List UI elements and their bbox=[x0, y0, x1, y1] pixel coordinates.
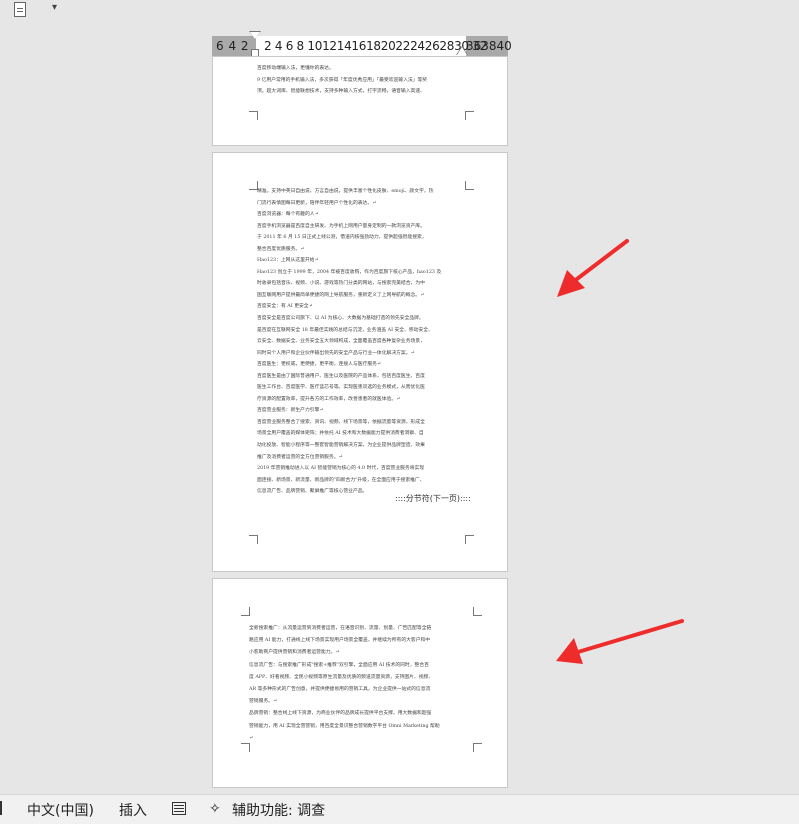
text-line: 于 2011 年 6 月 15 日正式上线公测，借道内核强劲动力，提供超强智能搜… bbox=[257, 235, 427, 241]
text-line: 同时向个人用户和企业伙伴输出领先的安全产品与行业一体化解决方案。↵ bbox=[257, 350, 415, 356]
text-line: 度 APP、好看视频、全民小视频等原生流量及优质的频道流量资源，支持图片、视频、 bbox=[249, 674, 434, 680]
text-line: Hao123：上网从这里开始↵ bbox=[257, 258, 319, 264]
text-line: 路应用 AI 能力，打通线上线下场景实现用户场景全覆盖，并继续为所有的大客户和中 bbox=[249, 638, 431, 644]
horizontal-ruler[interactable]: 6 4 2 2 4 6 8 1012141618202224262830 32 … bbox=[212, 31, 512, 59]
customize-toolbar-dropdown-icon[interactable]: ▾ bbox=[52, 2, 57, 13]
language-indicator[interactable]: 中文(中国) bbox=[27, 800, 94, 820]
text-line: 推广及消费者运营的全方位营销服务。↵ bbox=[257, 454, 343, 460]
ruler-left-numbers: 6 4 2 bbox=[216, 39, 250, 53]
text-line: 百度医生：更权威，更便捷，更平衡，连接人与医疗服务↵ bbox=[257, 362, 381, 368]
quick-access-toolbar: ▾ bbox=[0, 0, 799, 22]
text-line: 百度医生是由了国际普通用户、医生以及医院的产品体系，包括百度医生、百度 bbox=[257, 373, 425, 379]
margin-corner bbox=[241, 607, 250, 616]
text-line: 2019 年营销推动进入以 AI 智能营销为核心的 4.0 时代，百度营业服务将… bbox=[257, 466, 425, 472]
insert-mode-indicator[interactable]: 插入 bbox=[119, 800, 147, 820]
margin-corner bbox=[465, 111, 474, 120]
section-break: ::::分节符(下一页):::: bbox=[395, 494, 471, 503]
page-2-text: 精准。支持中英日自由说、方言自由说，提供丰富个性化皮肤、emoji、颜文字，热门… bbox=[257, 186, 469, 498]
text-line: 营销服务。↵ bbox=[249, 699, 278, 705]
first-line-indent-marker-fill bbox=[250, 32, 260, 39]
text-line: 百度安全：有 AI 更安全↵ bbox=[257, 304, 313, 310]
text-line: 面连接、新场景、新流量、新品牌的"四新合力"升级，在全面应用于搜索推广、 bbox=[257, 477, 425, 483]
text-line: 是百度在互联网安全 18 年最佳实践的总结与沉淀，业务涵盖 AI 安全、移动安全… bbox=[257, 327, 433, 333]
margin-corner bbox=[241, 743, 250, 752]
margin-corner bbox=[249, 535, 258, 544]
text-line: 场景全用户覆盖的媒体矩阵；并依托 AI 技术和大数据能力提供消费者洞察、自 bbox=[257, 431, 424, 437]
margin-corner bbox=[473, 607, 482, 616]
accessibility-checker[interactable]: 辅助功能: 调查 bbox=[232, 800, 325, 820]
page-1-text: 百度移动端输入法，更懂你的表达。 9 亿用户常用的手机输入法，多次获得「年度优秀应… bbox=[257, 63, 469, 98]
ruler-numbers: 2 4 6 8 1012141618202224262830 32 bbox=[264, 39, 487, 53]
accessibility-icon[interactable]: ✧ bbox=[209, 801, 227, 817]
text-line: 百度安全是百度公司旗下、以 AI 为核心、大数据为基础打造的领先安全品牌。 bbox=[257, 316, 424, 322]
text-line: 云安全、数据安全、业务安全五大领域构成，全面覆盖百度各种复杂业务场景， bbox=[257, 339, 425, 345]
document-page-2[interactable]: 精准。支持中英日自由说、方言自由说，提供丰富个性化皮肤、emoji、颜文字，热门… bbox=[212, 152, 508, 572]
text-line: AR 等多种形式的广告创意，并提供便捷易用的营销工具，为企业提供一站式的信息流 bbox=[249, 687, 431, 693]
margin-corner bbox=[473, 743, 482, 752]
text-line: 医生工作台、百度医学、医疗蓝芯号等。实现医患双选的业务模式，从而优化医 bbox=[257, 385, 425, 391]
macro-recording-icon[interactable] bbox=[172, 802, 186, 815]
text-line: 疗资源的配置效率，提升各方的工作效率，改善患者的就医体验。↵ bbox=[257, 396, 401, 402]
text-line: 百度手机浏览器是百度自主研发、为手机上网用户量身定制的一款浏览资产库。 bbox=[257, 223, 425, 229]
text-line: 百度营业服务：新生产力引擎↵ bbox=[257, 408, 324, 414]
document-page-3[interactable]: 全新搜索推广：从流量运营到消费者运营，在语音识别、流量、划量、广告匹配等全链 路应… bbox=[212, 578, 508, 788]
right-indent-marker-fill bbox=[457, 47, 467, 55]
text-line: 门流行表情图每日更新，陪伴年轻用户个性化的表达。↵ bbox=[257, 200, 377, 206]
status-bar: 中文(中国) 插入 ✧ 辅助功能: 调查 bbox=[0, 794, 799, 824]
page-3-text: 全新搜索推广：从流量运营到消费者运营，在语音识别、流量、划量、广告匹配等全链 路应… bbox=[249, 623, 477, 745]
text-line: 国互联网用户提供最简单便捷的网上导航服务，重新定义了上网导航的概念。↵ bbox=[257, 292, 425, 298]
text-line: 百度浏览器：每个有趣的人↵ bbox=[257, 212, 319, 218]
text-line: 精准。支持中英日自由说、方言自由说，提供丰富个性化皮肤、emoji、颜文字，热 bbox=[257, 189, 434, 194]
margin-corner bbox=[465, 535, 474, 544]
text-line: 百度营业服务整合了搜索、资讯、视频、线下场景等，依据流量等资源，形成全 bbox=[257, 419, 425, 425]
text-line: 动化投放、智能小程序等一整套智能营销解决方案，为企业提供品牌塑造、效果 bbox=[257, 443, 425, 449]
text-line: 品牌营销：整合线上线下资源，为商业伙伴的品牌成长提供平台支撑，用大数据和超强 bbox=[249, 711, 432, 717]
text-line: 信息流广告：与搜索推广形成"搜索+推荐"双引擎，全面应用 AI 技术的同时，整合… bbox=[249, 662, 429, 668]
text-line: ↵ bbox=[249, 735, 254, 741]
margin-corner bbox=[249, 111, 258, 120]
red-arrow-annotation bbox=[557, 239, 629, 297]
text-line: Hao123 创立于 1999 年，2004 年被百度收购，作为百度旗下核心产品… bbox=[257, 269, 442, 275]
text-line: 营销能力，用 AI 实现全营营销，用百度全景识整合营销数字平台 Omni Mar… bbox=[249, 723, 440, 729]
document-page-1[interactable]: 百度移动端输入法，更懂你的表达。 9 亿用户常用的手机输入法，多次获得「年度优秀应… bbox=[212, 56, 508, 146]
status-bar-edge bbox=[0, 801, 6, 815]
text-line: 小客助商户提供营销和消费者运营能力。↵ bbox=[249, 650, 340, 656]
text-line: 全新搜索推广：从流量运营到消费者运营，在语音识别、流量、划量、广告匹配等全链 bbox=[249, 626, 432, 631]
text-line: 百度移动端输入法，更懂你的表达。 bbox=[257, 66, 334, 71]
text-line: 项。超大词库、智能联想技术，支持多种输入方式，打字流畅，语音输入高速、 bbox=[257, 89, 425, 95]
text-line: 时收录包括音乐、视频、小说、游戏等热门分类的网站，与搜索完美结合，为中 bbox=[257, 281, 425, 287]
ruler-right-numbers: 363840 bbox=[466, 39, 512, 53]
text-line: 9 亿用户常用的手机输入法，多次获得「年度优秀应用」「最受欢迎输入法」等奖 bbox=[257, 77, 428, 83]
red-arrow-annotation bbox=[556, 619, 684, 664]
document-icon[interactable] bbox=[14, 2, 26, 17]
text-line: 整合百度优质服务。↵ bbox=[257, 246, 305, 252]
